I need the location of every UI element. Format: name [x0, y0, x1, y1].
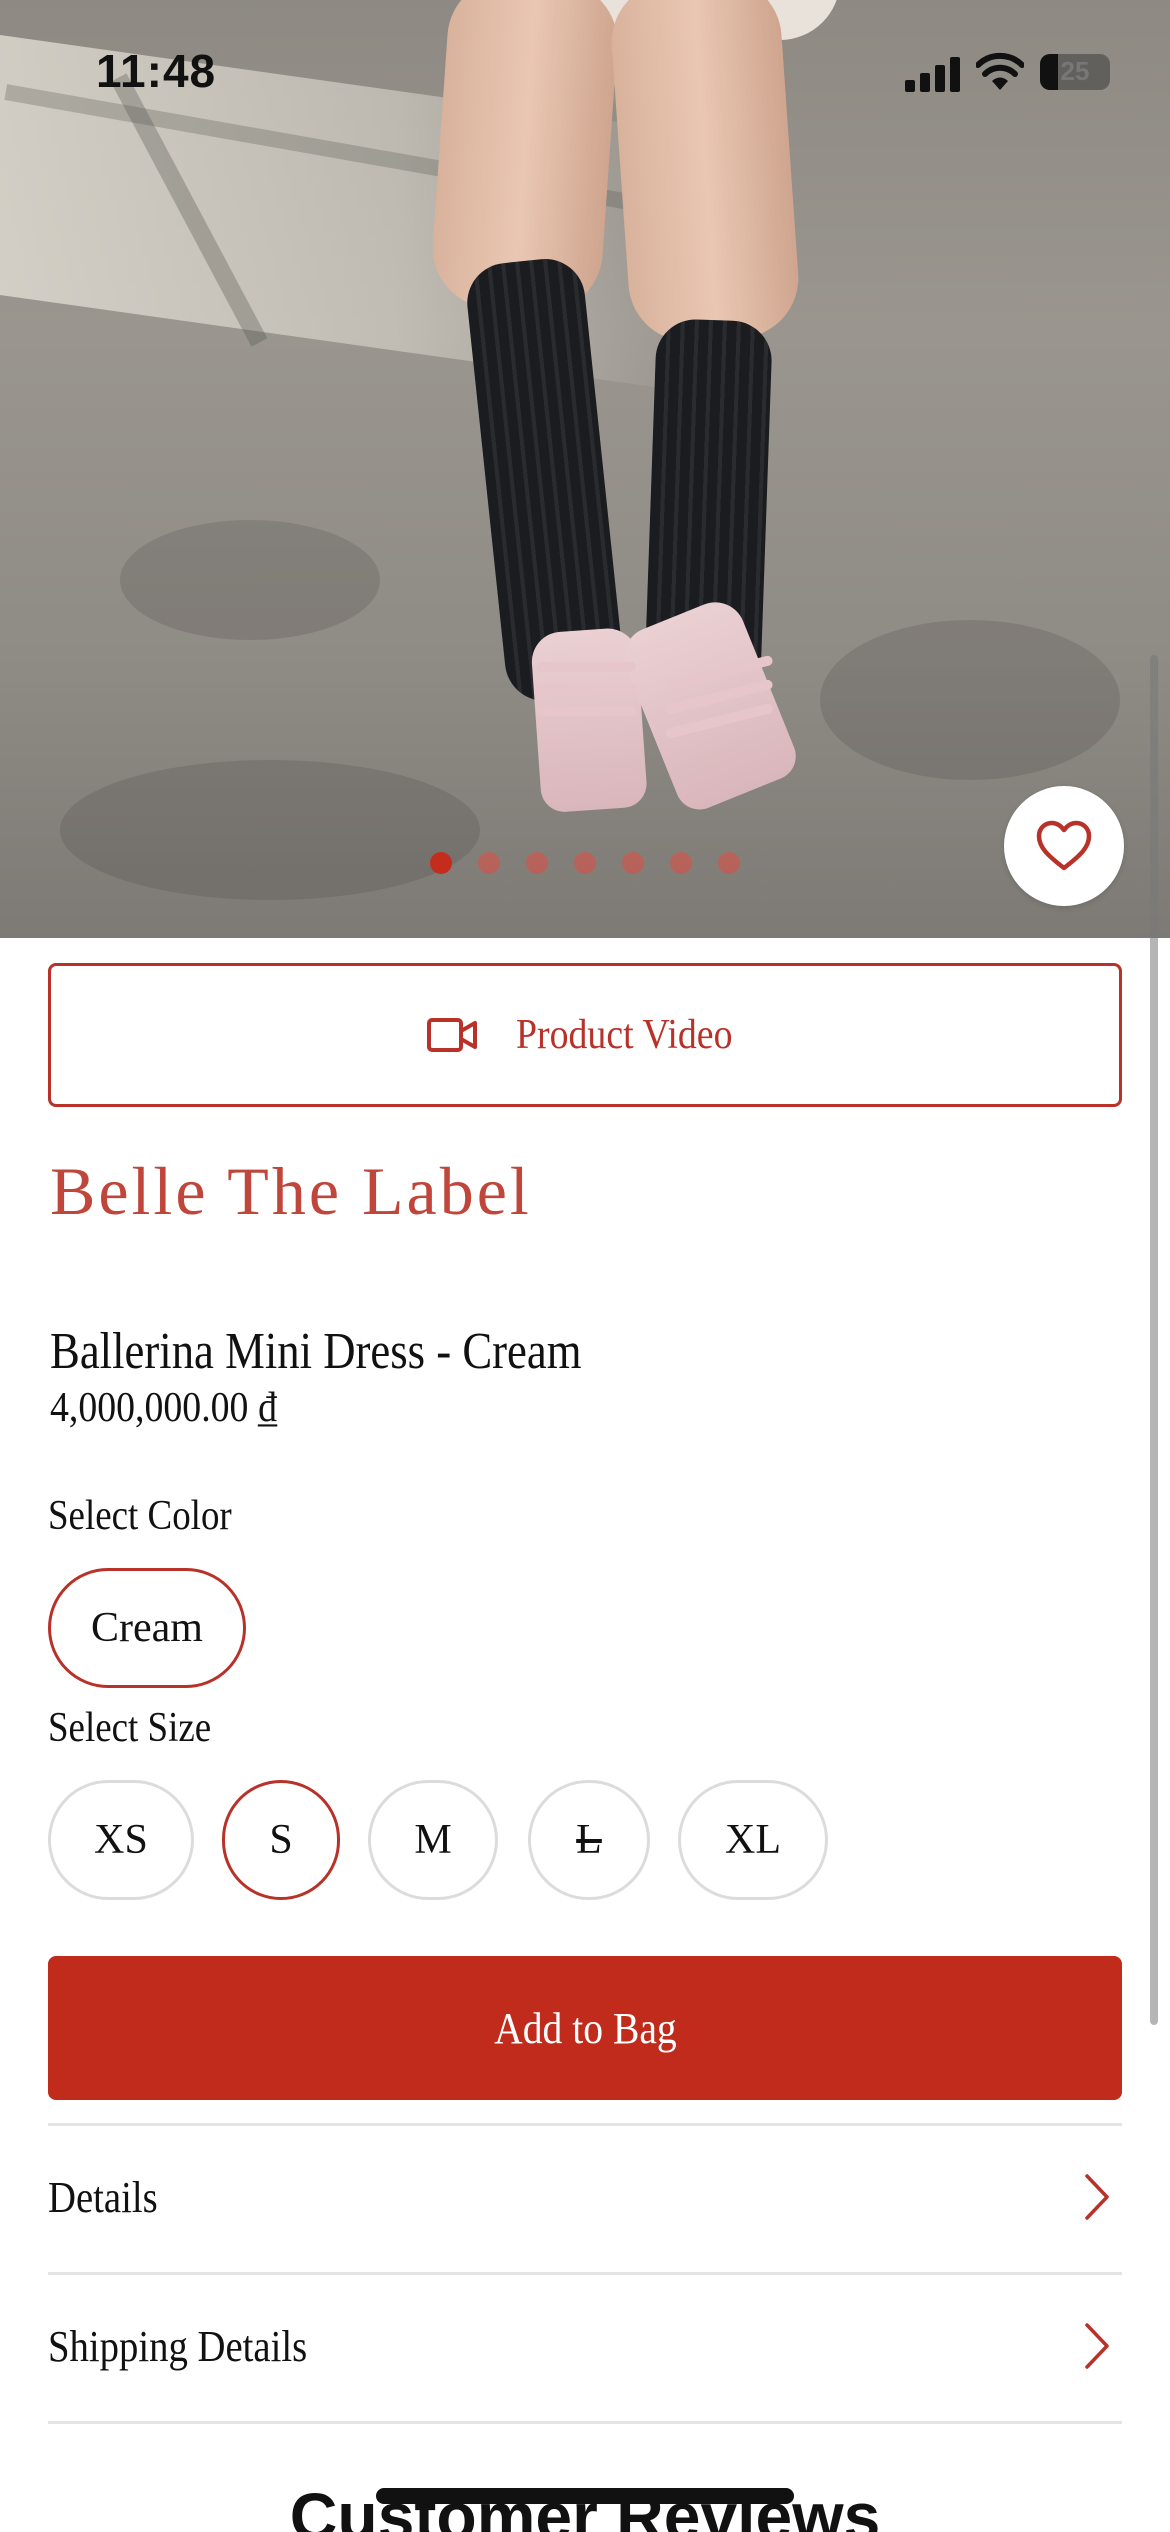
size-option-s[interactable]: S — [222, 1780, 340, 1900]
chevron-right-icon — [1085, 2323, 1109, 2369]
floor-stain-decor — [60, 760, 480, 900]
add-to-bag-label: Add to Bag — [493, 2003, 677, 2053]
size-option-label: XL — [725, 1817, 781, 1863]
brand-name[interactable]: Belle The Label — [50, 1148, 550, 1234]
details-row[interactable]: Details — [48, 2123, 1122, 2271]
carousel-dot[interactable] — [718, 852, 740, 874]
product-price: 4,000,000.00 ₫ — [50, 1385, 278, 1431]
battery-level: 25 — [1060, 56, 1090, 86]
carousel-dot[interactable] — [622, 852, 644, 874]
carousel-dots[interactable] — [430, 852, 740, 874]
shoe-strap — [536, 706, 636, 716]
home-indicator[interactable] — [376, 2488, 794, 2504]
shoe-strap — [536, 684, 636, 694]
size-option-label-unavailable: L — [576, 1817, 602, 1863]
floor-stain-decor — [120, 520, 380, 640]
carousel-dot[interactable] — [574, 852, 596, 874]
size-option-xl[interactable]: XL — [678, 1780, 828, 1900]
product-video-label: Product Video — [515, 1012, 733, 1058]
status-time: 11:48 — [96, 45, 217, 97]
size-option-label: S — [269, 1817, 293, 1863]
wifi-icon — [976, 52, 1024, 90]
chevron-right-icon — [1085, 2174, 1109, 2220]
size-option-m[interactable]: M — [368, 1780, 498, 1900]
size-option-xs[interactable]: XS — [48, 1780, 194, 1900]
select-size-label: Select Size — [48, 1705, 212, 1751]
divider — [48, 2421, 1122, 2424]
color-option-cream[interactable]: Cream — [48, 1568, 246, 1688]
battery-icon: 25 — [1040, 54, 1110, 90]
carousel-dot[interactable] — [478, 852, 500, 874]
cellular-signal-icon — [905, 56, 961, 92]
heart-icon — [1036, 820, 1092, 871]
select-color-label: Select Color — [48, 1493, 232, 1539]
product-name: Ballerina Mini Dress - Cream — [50, 1323, 582, 1380]
size-option-label: M — [414, 1817, 452, 1863]
shipping-details-row[interactable]: Shipping Details — [48, 2272, 1122, 2420]
shoe-strap — [536, 662, 636, 672]
carousel-dot[interactable] — [526, 852, 548, 874]
floor-stain-decor — [820, 620, 1120, 780]
color-option-label: Cream — [91, 1605, 203, 1651]
video-camera-icon — [426, 1018, 477, 1052]
product-video-button[interactable]: Product Video — [48, 963, 1122, 1107]
scrollbar[interactable] — [1150, 655, 1158, 2025]
carousel-dot[interactable] — [670, 852, 692, 874]
size-option-label: XS — [94, 1817, 148, 1863]
add-to-bag-button[interactable]: Add to Bag — [48, 1956, 1122, 2100]
carousel-dot[interactable] — [430, 852, 452, 874]
details-label: Details — [48, 2172, 158, 2222]
shipping-details-label: Shipping Details — [48, 2321, 308, 2371]
favorite-button[interactable] — [1004, 786, 1124, 906]
size-option-l[interactable]: L — [528, 1780, 650, 1900]
status-bar: 11:48 25 — [0, 0, 1170, 150]
customer-reviews-heading: Customer Reviews — [289, 2479, 881, 2532]
